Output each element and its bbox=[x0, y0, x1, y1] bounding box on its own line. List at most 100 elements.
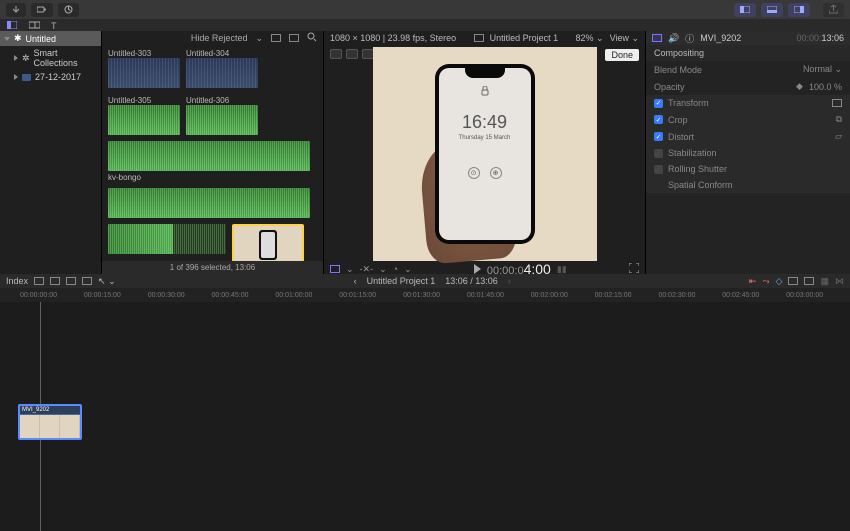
checkbox-icon[interactable]: ✓ bbox=[654, 132, 663, 141]
solo-icon[interactable]: ◇ bbox=[776, 276, 783, 287]
history-back-icon[interactable]: ‹ bbox=[354, 276, 357, 286]
inspector-clip-name: MVI_9202 bbox=[700, 33, 741, 43]
audio-skim-icon[interactable]: ⤳ bbox=[762, 276, 769, 287]
sidebar-item-smart[interactable]: ✲ Smart Collections bbox=[0, 46, 101, 70]
checkbox-icon[interactable]: ✓ bbox=[654, 115, 663, 124]
zoom-dropdown[interactable]: 82% ⌄ bbox=[576, 33, 604, 44]
play-button[interactable] bbox=[474, 264, 481, 274]
timecode-display[interactable]: 00:00:04:00 bbox=[487, 261, 551, 277]
connect-clip-icon[interactable] bbox=[34, 277, 44, 285]
layout-timeline-button[interactable] bbox=[761, 3, 783, 17]
reset-icon[interactable] bbox=[832, 99, 842, 107]
info-tab-icon[interactable]: ⓘ bbox=[685, 32, 694, 45]
viewer-onscreen-tools bbox=[330, 49, 374, 59]
overwrite-clip-icon[interactable] bbox=[82, 277, 92, 285]
fullscreen-icon[interactable] bbox=[629, 263, 639, 275]
search-icon[interactable] bbox=[307, 32, 317, 44]
effects-dropdown-icon[interactable] bbox=[330, 265, 340, 273]
project-name[interactable]: Untitled Project 1 bbox=[490, 33, 559, 43]
clip-item[interactable] bbox=[108, 188, 310, 218]
insert-clip-icon[interactable] bbox=[50, 277, 60, 285]
video-tab-icon[interactable] bbox=[652, 34, 662, 42]
browser-toolbar: Hide Rejected⌄ bbox=[102, 31, 323, 45]
clip-item[interactable]: Untitled-306 bbox=[186, 94, 258, 135]
distort-icon[interactable]: ▱ bbox=[835, 131, 842, 142]
crop-tool-icon[interactable] bbox=[346, 49, 358, 59]
timeline-ruler[interactable]: 00:00:00:00 00:00:15:00 00:00:30:00 00:0… bbox=[0, 288, 850, 302]
clip-appearance-icon[interactable] bbox=[271, 34, 281, 42]
clip-item-selected[interactable]: MVI_9202 bbox=[232, 224, 304, 261]
index-button[interactable]: Index bbox=[6, 276, 28, 286]
checkbox-icon[interactable]: ✓ bbox=[654, 99, 663, 108]
clip-appearance-icon[interactable] bbox=[804, 277, 814, 285]
media-browser-icon[interactable] bbox=[28, 20, 40, 30]
section-compositing[interactable]: Compositing bbox=[646, 45, 850, 61]
ruler-tick: 00:02:15:00 bbox=[595, 292, 659, 299]
keyword-button[interactable] bbox=[31, 3, 53, 17]
clip-item[interactable] bbox=[108, 224, 226, 261]
transitions-browser-icon[interactable]: ⋈ bbox=[835, 276, 844, 287]
skimming-icon[interactable]: ⇤ bbox=[749, 276, 757, 287]
effects-browser-icon[interactable]: ▦ bbox=[820, 276, 829, 287]
checkbox-icon[interactable] bbox=[654, 149, 663, 158]
prop-label: Blend Mode bbox=[654, 65, 702, 75]
import-button[interactable] bbox=[6, 3, 26, 17]
zoom-value: 82% bbox=[576, 33, 594, 43]
clip-label: Untitled-305 bbox=[108, 96, 180, 105]
prop-distort[interactable]: ✓Distort▱ bbox=[646, 128, 850, 145]
audio-tab-icon[interactable]: 🔊 bbox=[668, 33, 679, 44]
view-dropdown[interactable]: View ⌄ bbox=[610, 33, 639, 44]
layout-inspector-button[interactable] bbox=[788, 3, 810, 17]
prop-transform[interactable]: ✓Transform bbox=[646, 95, 850, 111]
tc-total: 13:06 bbox=[821, 33, 844, 43]
audio-waveform-icon bbox=[108, 188, 310, 218]
ruler-tick: 00:00:45:00 bbox=[212, 292, 276, 299]
history-fwd-icon[interactable]: › bbox=[508, 276, 511, 286]
tools-dropdown[interactable]: ↖ ⌄ bbox=[98, 276, 116, 287]
library-root[interactable]: ✱ Untitled bbox=[0, 31, 101, 46]
audio-waveform-icon bbox=[186, 105, 258, 135]
inspector: 🔊 ⓘ MVI_9202 00:00:13:06 Compositing Ble… bbox=[646, 31, 850, 274]
titles-browser-icon[interactable]: T bbox=[50, 20, 62, 30]
transport-bar: ⌄ -✕-⌄ ◔⌄ 00:00:04:00 ▮▮ bbox=[324, 261, 645, 277]
clip-item[interactable]: Untitled-304 bbox=[186, 47, 258, 88]
prop-stabilization[interactable]: Stabilization bbox=[646, 145, 850, 161]
clip-item[interactable]: Untitled-303 bbox=[108, 47, 180, 88]
phone-graphic: 16:49 Thursday 15 March ⊙⊕ bbox=[435, 64, 535, 244]
chevron-down-icon: ⌄ bbox=[379, 264, 387, 275]
prop-spatial-conform[interactable]: Spatial Conform bbox=[646, 177, 850, 193]
prop-crop[interactable]: ✓Crop⧉ bbox=[646, 111, 850, 128]
ruler-tick: 00:00:00:00 bbox=[20, 292, 84, 299]
timeline-clip[interactable]: MVI_9202 bbox=[18, 404, 82, 440]
library-toggle-icon[interactable] bbox=[6, 20, 18, 30]
browser-grid[interactable]: Untitled-303 Untitled-304 Untitled-305 U… bbox=[102, 45, 323, 261]
blend-mode-dropdown[interactable]: Normal ⌄ bbox=[803, 64, 842, 75]
transform-tool-icon[interactable] bbox=[330, 49, 342, 59]
clip-item[interactable]: kv-bongo bbox=[108, 141, 310, 182]
list-view-icon[interactable] bbox=[289, 34, 299, 42]
enhance-icon[interactable]: ◔ bbox=[393, 264, 398, 274]
clip-item[interactable]: Untitled-305 bbox=[108, 94, 180, 135]
timeline[interactable]: MVI_9202 bbox=[0, 302, 850, 531]
checkbox-icon[interactable] bbox=[654, 165, 663, 174]
done-button[interactable]: Done bbox=[605, 49, 639, 61]
share-button[interactable] bbox=[823, 3, 844, 17]
retime-icon[interactable]: -✕- bbox=[360, 264, 374, 275]
prop-label: Stabilization bbox=[668, 148, 717, 158]
audio-waveform-icon bbox=[108, 141, 310, 171]
timeline-project-name[interactable]: Untitled Project 1 bbox=[367, 276, 436, 286]
keyframe-icon[interactable]: ◆ bbox=[796, 81, 803, 92]
layout-browser-button[interactable] bbox=[734, 3, 756, 17]
filter-dropdown[interactable]: Hide Rejected bbox=[191, 33, 248, 43]
bg-tasks-button[interactable] bbox=[58, 3, 79, 17]
append-clip-icon[interactable] bbox=[66, 277, 76, 285]
secondary-toolbar: T bbox=[0, 19, 850, 31]
snapping-icon[interactable] bbox=[788, 277, 798, 285]
clip-label: Untitled-303 bbox=[108, 49, 180, 58]
prop-rolling-shutter[interactable]: Rolling Shutter bbox=[646, 161, 850, 177]
crop-icon[interactable]: ⧉ bbox=[836, 114, 842, 125]
opacity-value[interactable]: 100.0 % bbox=[809, 82, 842, 92]
viewer-canvas[interactable]: Done 16:49 Thursday 15 March ⊙⊕ bbox=[324, 45, 645, 261]
audio-waveform-icon bbox=[108, 105, 180, 135]
sidebar-item-event[interactable]: 27-12-2017 bbox=[0, 70, 101, 84]
